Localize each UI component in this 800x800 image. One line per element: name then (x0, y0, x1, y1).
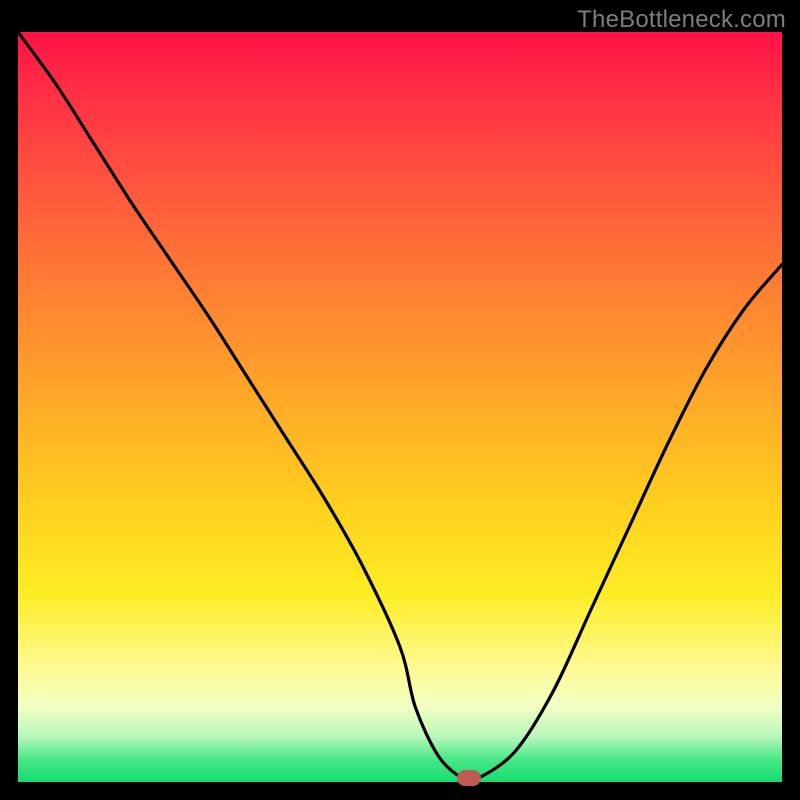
watermark-text: TheBottleneck.com (577, 6, 786, 34)
optimal-marker (457, 770, 481, 786)
chart-frame (18, 32, 782, 782)
bottleneck-curve (18, 32, 782, 781)
bottleneck-curve-svg (18, 32, 782, 782)
